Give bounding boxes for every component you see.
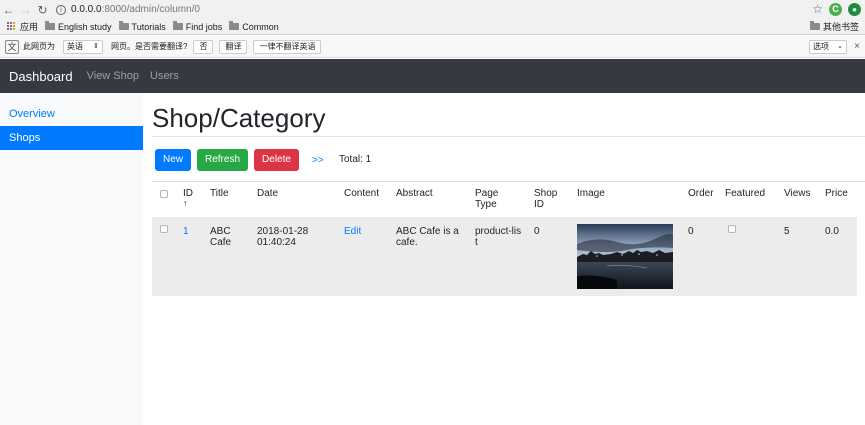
column-header-shop-id: Shop ID bbox=[534, 188, 558, 210]
translate-prefix: 此网页为 bbox=[23, 42, 55, 51]
folder-icon bbox=[229, 21, 240, 30]
select-all-checkbox[interactable] bbox=[160, 190, 168, 198]
top-navbar: Dashboard View Shop Users bbox=[0, 59, 865, 93]
column-header-price: Price bbox=[825, 188, 848, 199]
nav-link-users[interactable]: Users bbox=[150, 70, 179, 82]
url-path: :8000/admin/column/0 bbox=[101, 4, 200, 15]
bookmarks-bar: 应用 English study Tutorials Find jobs Com… bbox=[0, 19, 865, 35]
table-row: 1 ABC Cafe 2018-01-28 01:40:24 Edit ABC … bbox=[152, 217, 857, 296]
translate-question: 网页。是否需要翻译? bbox=[111, 42, 188, 51]
info-icon[interactable]: i bbox=[56, 4, 66, 15]
bookmark-find-jobs[interactable]: Find jobs bbox=[172, 21, 223, 32]
bookmark-tutorials[interactable]: Tutorials bbox=[118, 21, 166, 32]
close-icon[interactable]: × bbox=[854, 41, 860, 52]
row-title: ABC Cafe bbox=[210, 226, 232, 248]
row-page-type: product-list bbox=[475, 226, 522, 248]
row-image-thumbnail bbox=[577, 224, 673, 289]
next-page-link[interactable]: >> bbox=[312, 155, 324, 166]
page-title: Shop/Category bbox=[152, 103, 326, 133]
bookmark-label: Common bbox=[242, 21, 279, 32]
column-header-page-type: Page Type bbox=[475, 188, 499, 210]
delete-button[interactable]: Delete bbox=[254, 149, 299, 171]
new-button[interactable]: New bbox=[155, 149, 191, 171]
divider bbox=[152, 136, 865, 137]
city-river-photo-icon bbox=[577, 224, 673, 289]
row-shop-id: 0 bbox=[534, 226, 540, 237]
bookmark-label: Tutorials bbox=[131, 21, 166, 32]
folder-icon bbox=[118, 21, 129, 30]
options-label: 选项 bbox=[813, 42, 829, 51]
bookmark-label: Find jobs bbox=[185, 21, 223, 32]
main-content: Shop/Category New Refresh Delete >> Tota… bbox=[152, 93, 865, 425]
reload-icon[interactable]: ↻ bbox=[34, 0, 51, 19]
column-header-id[interactable]: ID ↑ bbox=[183, 188, 193, 208]
column-header-title: Title bbox=[210, 188, 229, 199]
row-views: 5 bbox=[784, 226, 790, 237]
extension-icon[interactable]: ● bbox=[848, 2, 861, 16]
language-value: 英语 bbox=[67, 41, 83, 51]
chevron-updown-icon: ⇕ bbox=[93, 42, 99, 50]
row-edit-link[interactable]: Edit bbox=[344, 226, 361, 237]
column-header-views: Views bbox=[784, 188, 811, 199]
column-header-order: Order bbox=[688, 188, 714, 199]
nav-link-view-shop[interactable]: View Shop bbox=[87, 70, 139, 82]
apps-grid-icon bbox=[7, 22, 16, 31]
column-header-date: Date bbox=[257, 188, 279, 199]
table-header: ID ↑ Title Date Content Abstract Page Ty… bbox=[152, 181, 865, 217]
bookmark-apps[interactable]: 应用 bbox=[7, 20, 38, 33]
row-abstract: ABC Cafe is a cafe. bbox=[396, 226, 459, 248]
bookmark-label: 其他书签 bbox=[822, 22, 859, 32]
sidebar-item-shops[interactable]: Shops bbox=[0, 126, 143, 150]
refresh-button[interactable]: Refresh bbox=[197, 149, 248, 171]
row-select-checkbox[interactable] bbox=[160, 225, 168, 233]
bookmark-star-icon[interactable]: ☆ bbox=[812, 2, 823, 16]
sidebar-item-overview[interactable]: Overview bbox=[0, 102, 143, 126]
translate-button[interactable]: 翻译 bbox=[219, 39, 248, 54]
bookmark-english-study[interactable]: English study bbox=[45, 21, 112, 32]
column-header-abstract: Abstract bbox=[396, 188, 433, 199]
translate-options-select[interactable]: 选项 ⌄ bbox=[809, 40, 847, 54]
folder-icon bbox=[172, 21, 183, 30]
row-featured-checkbox[interactable] bbox=[728, 225, 736, 233]
row-id-link[interactable]: 1 bbox=[183, 226, 189, 237]
row-price: 0.0 bbox=[825, 226, 839, 237]
url-host: 0.0.0.0 bbox=[71, 4, 102, 15]
column-header-image: Image bbox=[577, 188, 605, 199]
grammarly-extension-icon[interactable]: C bbox=[829, 2, 842, 16]
row-date: 2018-01-28 01:40:24 bbox=[257, 226, 309, 248]
sidebar: Overview Shops bbox=[0, 93, 143, 425]
sort-arrow-up-icon: ↑ bbox=[183, 198, 188, 208]
forward-icon[interactable]: → bbox=[17, 0, 34, 19]
language-select[interactable]: 英语 ⇕ bbox=[63, 39, 103, 54]
never-translate-button[interactable]: 一律不翻译英语 bbox=[253, 39, 322, 54]
translate-bar: 文 此网页为 英语 ⇕ 网页。是否需要翻译? 否 翻译 一律不翻译英语 选项 ⌄… bbox=[0, 36, 865, 58]
folder-icon bbox=[809, 21, 820, 30]
browser-toolbar: ← → ↻ i 0.0.0.0:8000/admin/column/0 ☆ C … bbox=[0, 0, 865, 19]
column-header-featured: Featured bbox=[725, 188, 766, 199]
column-header-content: Content bbox=[344, 188, 380, 199]
address-bar[interactable]: i 0.0.0.0:8000/admin/column/0 bbox=[56, 4, 200, 15]
back-icon[interactable]: ← bbox=[0, 0, 17, 19]
no-translate-button[interactable]: 否 bbox=[193, 39, 214, 54]
chevron-down-icon: ⌄ bbox=[837, 43, 843, 50]
row-order: 0 bbox=[688, 226, 694, 237]
bookmark-common[interactable]: Common bbox=[229, 21, 279, 32]
bookmark-label: 应用 bbox=[20, 22, 39, 32]
brand-link[interactable]: Dashboard bbox=[9, 69, 73, 84]
bookmark-other[interactable]: 其他书签 bbox=[809, 20, 859, 33]
folder-icon bbox=[45, 21, 56, 30]
translate-icon: 文 bbox=[5, 39, 19, 54]
total-count: Total: 1 bbox=[339, 154, 372, 165]
bookmark-label: English study bbox=[58, 21, 112, 32]
